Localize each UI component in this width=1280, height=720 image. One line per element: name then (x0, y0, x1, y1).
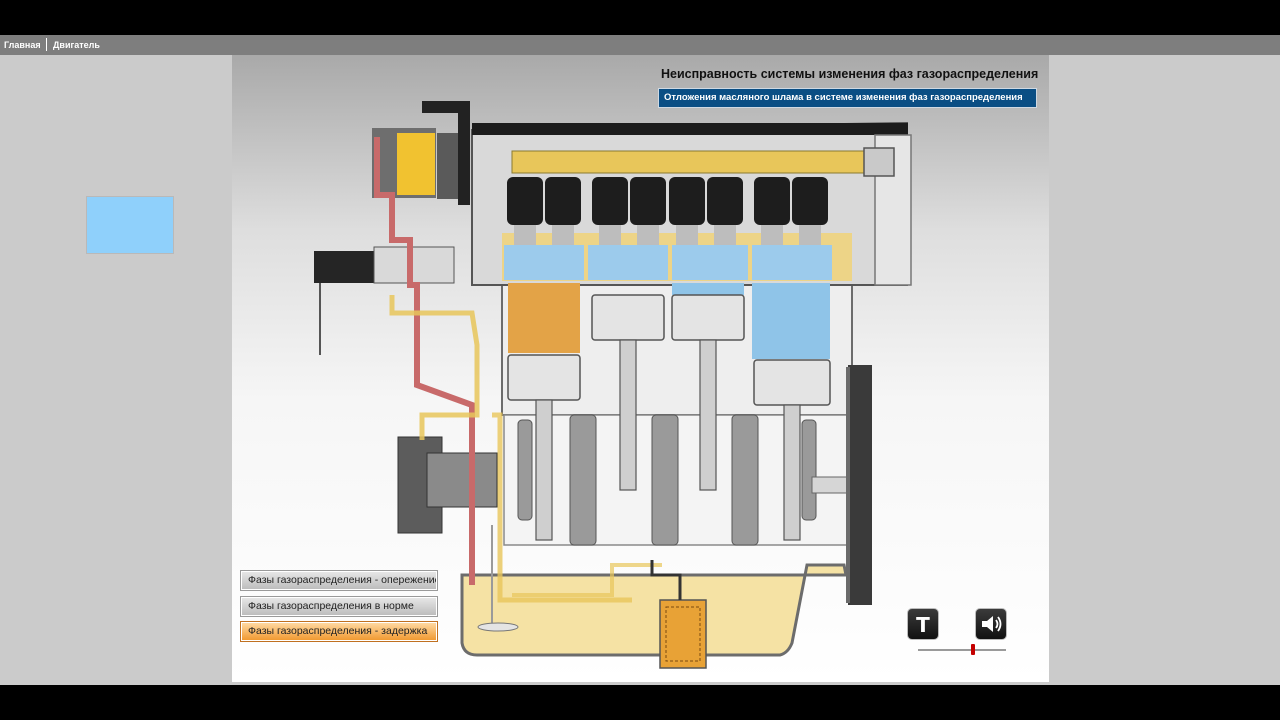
volume-slider-track[interactable] (918, 649, 1006, 651)
flywheel (848, 365, 872, 605)
oil-filter (659, 599, 707, 669)
bottom-letterbox (0, 685, 1280, 720)
page-title: Неисправность системы изменения фаз газо… (661, 67, 1039, 81)
side-thumbnail-button[interactable] (86, 196, 174, 254)
cylinder-1-charge (508, 283, 580, 353)
speaker-icon (982, 616, 1002, 632)
crankshaft-end (811, 476, 848, 494)
fault-subtitle-button[interactable]: Отложения масляного шлама в системе изме… (658, 88, 1037, 108)
cylinder-4-charge (752, 283, 830, 359)
timing-advance-button[interactable]: Фазы газораспределения - опережение (240, 570, 438, 591)
animation-stage: Неисправность системы изменения фаз газо… (232, 55, 1049, 682)
camshaft-end (863, 147, 895, 177)
text-toggle-button[interactable]: T (907, 608, 939, 640)
oil-line-return-1 (389, 295, 480, 440)
camshaft (511, 150, 873, 174)
flywheel-teeth (846, 367, 850, 603)
cam-cover (472, 123, 908, 135)
cylinder-3-charge (672, 283, 744, 295)
top-letterbox (0, 0, 1280, 35)
nav-separator (46, 38, 47, 51)
solenoid-spool (373, 246, 455, 284)
crank-pulley-hub (426, 452, 498, 508)
combustion-chambers (504, 245, 832, 280)
oil-pickup (477, 622, 519, 632)
oil-control-solenoid (314, 251, 374, 283)
text-t-icon: T (916, 613, 930, 637)
oil-pan (460, 563, 848, 657)
volume-slider-thumb[interactable] (970, 644, 975, 655)
svg-text:T: T (916, 613, 930, 637)
nav-engine-link[interactable]: Двигатель (53, 40, 100, 50)
sound-toggle-button[interactable] (975, 608, 1007, 640)
nav-bar: Главная Двигатель (0, 35, 1280, 55)
nav-home-link[interactable]: Главная (4, 40, 41, 50)
timing-normal-button[interactable]: Фазы газораспределения в норме (240, 596, 438, 617)
vvt-phaser-chamber (397, 133, 435, 195)
timing-retard-button[interactable]: Фазы газораспределения - задержка (240, 621, 438, 642)
